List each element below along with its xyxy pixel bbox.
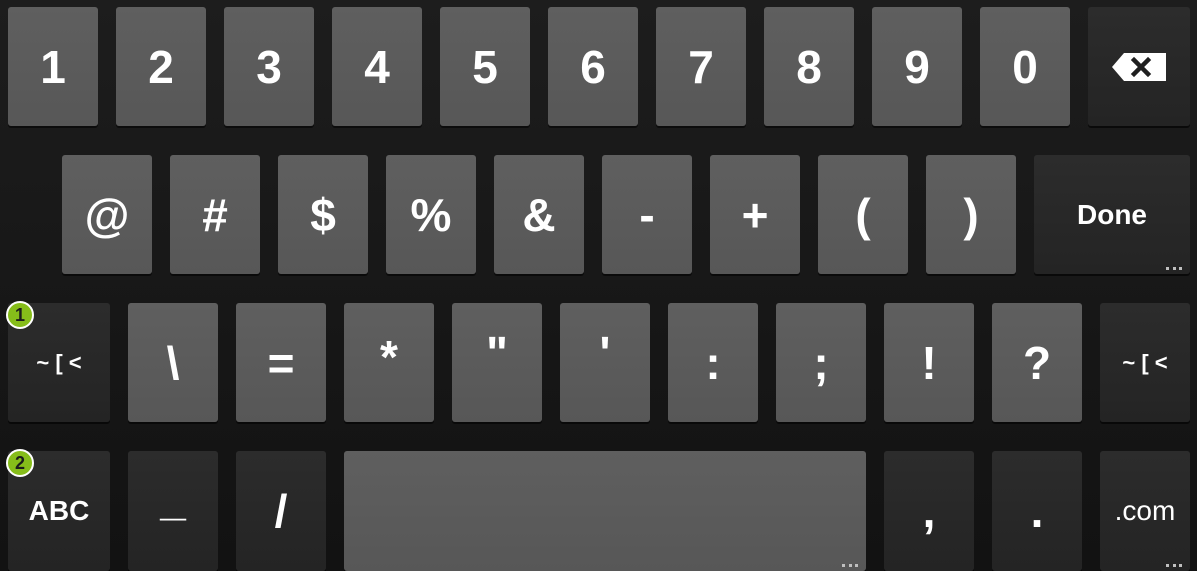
key-minus[interactable]: - [602,155,692,274]
key-label: 6 [580,40,606,93]
key-label: : [705,336,721,389]
key-label: ~ [ < [36,349,82,375]
more-symbols-key-right[interactable]: ~ [ < [1100,303,1190,422]
key-label: 4 [364,40,390,93]
more-options-indicator [1166,564,1182,568]
key-label: ? [1022,336,1052,389]
key-label: ABC [28,495,90,526]
key-label: .com [1114,495,1176,526]
key-dollar[interactable]: $ [278,155,368,274]
key-exclamation[interactable]: ! [884,303,974,422]
more-options-indicator [1166,267,1182,271]
key-label: \ [166,336,180,389]
key-label: ~ [ < [1122,349,1168,375]
key-semicolon[interactable]: ; [776,303,866,422]
key-period[interactable]: . [992,451,1082,571]
key-label: " [486,326,508,379]
key-equals[interactable]: = [236,303,326,422]
key-label: 7 [688,40,714,93]
key-open-paren[interactable]: ( [818,155,908,274]
done-key[interactable]: Done [1034,155,1190,274]
key-hash[interactable]: # [170,155,260,274]
key-label: + [741,188,769,241]
key-label: % [410,188,452,241]
key-3[interactable]: 3 [224,7,314,126]
more-options-indicator [842,564,858,568]
key-label: / [274,485,288,537]
key-percent[interactable]: % [386,155,476,274]
symbol-keyboard: 1 2 3 4 5 6 7 8 9 0 @ # $ % & - + ( ) Do… [0,0,1197,571]
key-underscore[interactable]: _ [128,451,218,571]
key-asterisk[interactable]: * [344,303,434,422]
key-label: 5 [472,40,498,93]
key-comma[interactable]: , [884,451,974,571]
key-close-paren[interactable]: ) [926,155,1016,274]
key-8[interactable]: 8 [764,7,854,126]
key-backslash[interactable]: \ [128,303,218,422]
key-label: = [267,336,295,389]
annotation-badge-1: 1 [6,301,34,329]
key-label: , [922,485,936,537]
key-label: ; [813,336,829,389]
key-label: @ [84,188,130,241]
annotation-badge-2: 2 [6,449,34,477]
key-label: # [202,188,228,241]
key-label: _ [160,473,186,525]
dotcom-key[interactable]: .com [1100,451,1190,571]
key-0[interactable]: 0 [980,7,1070,126]
key-label: ) [963,188,979,241]
key-2[interactable]: 2 [116,7,206,126]
key-ampersand[interactable]: & [494,155,584,274]
key-colon[interactable]: : [668,303,758,422]
key-at[interactable]: @ [62,155,152,274]
key-slash[interactable]: / [236,451,326,571]
key-label: 2 [148,40,174,93]
key-7[interactable]: 7 [656,7,746,126]
key-label: ( [855,188,871,241]
key-plus[interactable]: + [710,155,800,274]
key-label: 1 [40,40,66,93]
key-label: 8 [796,40,822,93]
key-label: ! [921,336,937,389]
key-label: . [1030,485,1044,537]
key-label: 3 [256,40,282,93]
key-label: ' [599,326,611,379]
key-label: $ [310,188,336,241]
key-question[interactable]: ? [992,303,1082,422]
key-label: & [522,188,556,241]
done-label: Done [1077,198,1147,230]
key-label: 9 [904,40,930,93]
key-label: * [380,330,398,383]
key-double-quote[interactable]: " [452,303,542,422]
key-5[interactable]: 5 [440,7,530,126]
key-9[interactable]: 9 [872,7,962,126]
backspace-icon [1112,52,1166,81]
key-single-quote[interactable]: ' [560,303,650,422]
backspace-key[interactable] [1088,7,1190,126]
key-1[interactable]: 1 [8,7,98,126]
space-key[interactable] [344,451,866,571]
key-label: - [639,188,655,241]
key-4[interactable]: 4 [332,7,422,126]
key-label: 0 [1012,40,1038,93]
key-6[interactable]: 6 [548,7,638,126]
